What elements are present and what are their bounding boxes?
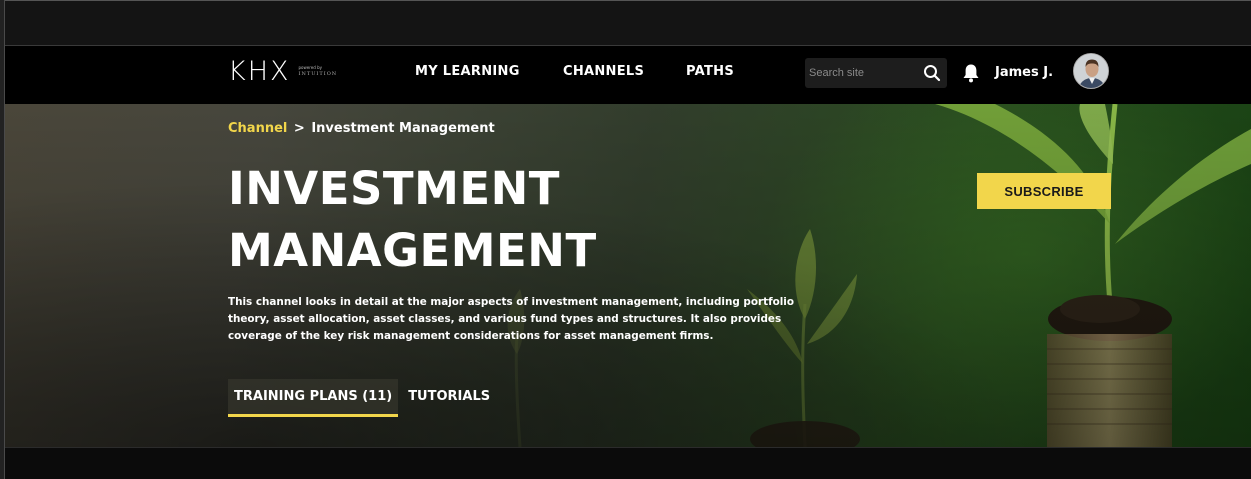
top-navigation-bar: KHX powered by INTUITION MY LEARNING CHA… [5,46,1251,104]
breadcrumb: Channel > Investment Management [228,121,495,136]
bell-icon[interactable] [962,63,980,83]
app-window: KHX powered by INTUITION MY LEARNING CHA… [0,0,1251,479]
search-input[interactable] [805,67,917,79]
channel-hero: Channel > Investment Management INVESTME… [5,104,1251,447]
page-title: INVESTMENT MANAGEMENT [228,158,748,282]
logo-subtitle: powered by INTUITION [298,64,338,77]
breadcrumb-channel-link[interactable]: Channel [228,121,287,136]
khx-logo[interactable]: KHX powered by INTUITION [228,55,338,87]
logo-powered-by: powered by [298,64,322,70]
page-title-line-2: MANAGEMENT [228,224,597,277]
nav-paths[interactable]: PATHS [686,64,734,79]
tab-tutorials[interactable]: TUTORIALS [398,379,496,415]
window-top-bar [0,0,1251,46]
search-box [805,58,947,88]
breadcrumb-current: Investment Management [311,121,495,136]
nav-channels[interactable]: CHANNELS [563,64,644,79]
subscribe-button[interactable]: SUBSCRIBE [977,173,1111,209]
breadcrumb-separator: > [293,121,305,136]
user-name[interactable]: James J. [995,65,1053,80]
channel-description: This channel looks in detail at the majo… [228,296,795,342]
page-title-line-1: INVESTMENT [228,162,560,215]
channel-tabs: TRAINING PLANS (11) TUTORIALS [228,379,496,417]
logo-partner: INTUITION [298,70,338,77]
tab-training-plans[interactable]: TRAINING PLANS (11) [228,379,399,417]
logo-text: KHX [228,55,291,87]
search-icon[interactable] [923,64,941,82]
nav-my-learning[interactable]: MY LEARNING [415,64,520,79]
avatar[interactable] [1073,53,1109,89]
content-area-below [5,447,1251,479]
avatar-image [1074,54,1108,88]
